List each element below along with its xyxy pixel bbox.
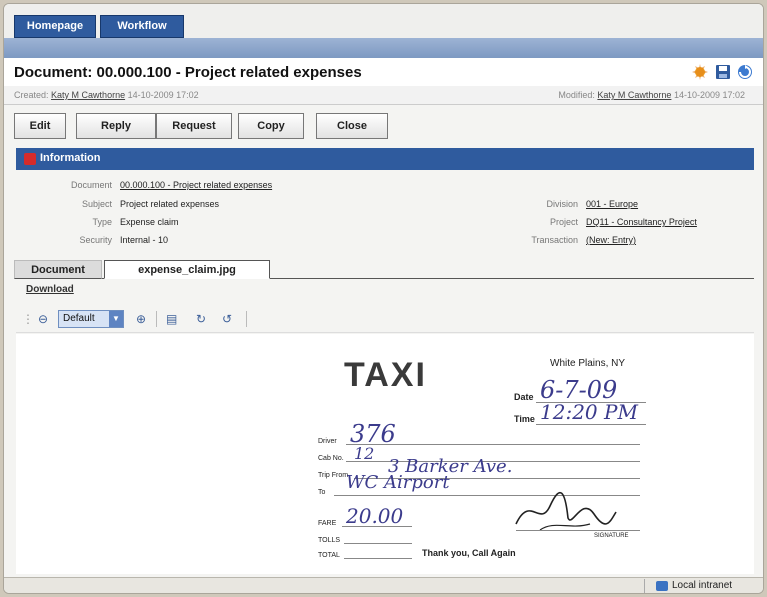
modified-label: Modified:: [558, 90, 595, 100]
to-label: To: [318, 489, 326, 496]
receipt-image: TAXI White Plains, NY Date 6-7-09 Time 1…: [16, 334, 754, 574]
copy-button[interactable]: Copy: [238, 113, 304, 139]
receipt-location: White Plains, NY: [550, 358, 626, 369]
security-zone-label: Local intranet: [672, 580, 733, 591]
information-panel: Document 00.000.100 - Project related ex…: [16, 170, 754, 254]
document-field-label: Document: [70, 180, 112, 190]
nav-tab-homepage[interactable]: Homepage: [14, 15, 96, 38]
fit-page-icon[interactable]: ▤: [166, 312, 177, 326]
subject-field-label: Subject: [81, 199, 112, 209]
transaction-field-label: Transaction: [531, 235, 578, 245]
browser-frame: Homepage Workflow Document: 00.000.100 -…: [3, 3, 764, 594]
total-label: TOTAL: [318, 552, 340, 559]
security-field-value: Internal - 10: [120, 235, 169, 245]
receipt-rule: [344, 558, 412, 559]
time-value: 12:20 PM: [540, 400, 638, 424]
signature-label: SIGNATURE: [594, 533, 629, 539]
receipt-rule: [342, 526, 412, 527]
top-nav: Homepage Workflow: [4, 4, 763, 38]
modified-date: 14-10-2009 17:02: [673, 90, 745, 100]
tab-document[interactable]: Document: [14, 260, 102, 279]
time-label: Time: [514, 414, 535, 424]
zoom-in-icon[interactable]: ⊕: [136, 312, 146, 326]
to-value: WC Airport: [346, 472, 450, 493]
tab-expense-claim[interactable]: expense_claim.jpg: [104, 260, 270, 279]
toolbar-divider: [156, 311, 157, 327]
created-by-link[interactable]: Katy M Cawthorne: [51, 90, 125, 100]
request-button[interactable]: Request: [156, 113, 232, 139]
header-band: [4, 38, 763, 58]
action-buttons: Edit Reply Request Copy Close: [4, 107, 763, 147]
download-link[interactable]: Download: [26, 284, 74, 295]
save-icon[interactable]: [715, 64, 731, 80]
viewer-toolbar: ⋮ ⊖ Default ▼ ⊕ ▤ ↻ ↺: [16, 308, 754, 333]
toolbar-divider: [246, 311, 247, 327]
information-title: Information: [40, 152, 101, 164]
information-icon: [24, 153, 36, 165]
cab-label: Cab No.: [318, 455, 344, 462]
created-label: Created:: [14, 90, 49, 100]
zoom-select-value: Default: [63, 313, 95, 324]
rotate-right-icon[interactable]: ↻: [196, 312, 206, 326]
rotate-left-icon[interactable]: ↺: [222, 312, 232, 326]
title-row: Document: 00.000.100 - Project related e…: [4, 58, 763, 86]
nav-tab-workflow[interactable]: Workflow: [100, 15, 184, 38]
refresh-icon[interactable]: [737, 64, 753, 80]
zoom-select[interactable]: Default ▼: [58, 310, 124, 328]
page-title: Document: 00.000.100 - Project related e…: [14, 64, 362, 81]
reply-button[interactable]: Reply: [76, 113, 156, 139]
status-bar: Local intranet: [4, 577, 763, 593]
modified-by-link[interactable]: Katy M Cawthorne: [597, 90, 671, 100]
project-field-label: Project: [549, 217, 578, 227]
division-field-label: Division: [546, 199, 578, 209]
trip-from-label: Trip From: [318, 472, 349, 479]
signature-line: [516, 530, 640, 531]
edit-button[interactable]: Edit: [14, 113, 66, 139]
created-date: 14-10-2009 17:02: [127, 90, 199, 100]
subject-field-value: Project related expenses: [120, 199, 220, 209]
receipt-rule: [536, 424, 646, 425]
toolbar-grip-icon: ⋮: [22, 312, 34, 326]
close-button[interactable]: Close: [316, 113, 388, 139]
receipt-rule: [344, 543, 412, 544]
security-field-label: Security: [79, 235, 112, 245]
signature-image: [515, 491, 617, 531]
document-tabs: Document expense_claim.jpg: [14, 258, 754, 279]
fare-label: FARE: [318, 520, 337, 527]
document-field-link[interactable]: 00.000.100 - Project related expenses: [120, 180, 272, 190]
receipt-rule: [346, 444, 640, 445]
fare-value: 20.00: [346, 504, 404, 528]
document-meta: Created: Katy M Cawthorne 14-10-2009 17:…: [4, 86, 763, 105]
project-field-link[interactable]: DQ11 - Consultancy Project: [586, 217, 697, 227]
receipt-brand: TAXI: [344, 356, 427, 394]
star-icon[interactable]: [692, 64, 708, 80]
status-divider: [644, 579, 645, 593]
information-header: Information: [16, 148, 754, 170]
chevron-down-icon: ▼: [109, 311, 123, 327]
division-field-link[interactable]: 001 - Europe: [586, 199, 638, 209]
type-field-value: Expense claim: [120, 217, 179, 227]
date-label: Date: [514, 392, 534, 402]
zoom-out-icon[interactable]: ⊖: [38, 312, 48, 326]
intranet-icon: [656, 581, 668, 591]
created-info: Created: Katy M Cawthorne 14-10-2009 17:…: [14, 90, 199, 100]
driver-label: Driver: [318, 438, 337, 445]
type-field-label: Type: [92, 217, 112, 227]
receipt-thanks: Thank you, Call Again: [422, 548, 516, 558]
transaction-field-link[interactable]: (New: Entry): [586, 235, 636, 245]
tolls-label: TOLLS: [318, 537, 341, 544]
modified-info: Modified: Katy M Cawthorne 14-10-2009 17…: [558, 90, 745, 100]
